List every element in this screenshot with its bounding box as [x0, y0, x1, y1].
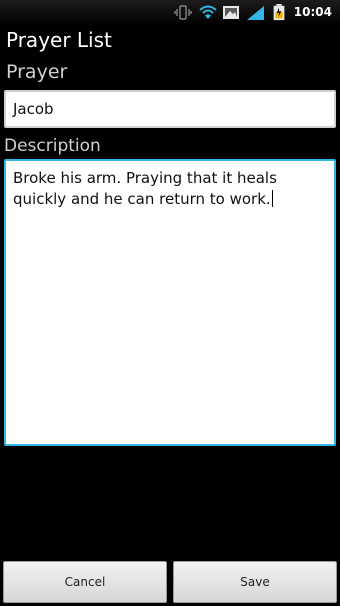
text-cursor	[271, 190, 273, 207]
cancel-button[interactable]: Cancel	[3, 561, 167, 603]
description-input[interactable]: Broke his arm. Praying that it heals qui…	[4, 159, 336, 446]
screen: 10:04 Prayer List Prayer Jacob Descripti…	[0, 0, 340, 606]
vibrate-icon	[174, 5, 192, 20]
signal-icon	[247, 6, 264, 20]
battery-icon	[273, 4, 285, 21]
description-label: Description	[4, 136, 101, 156]
button-bar: Cancel Save	[0, 556, 340, 606]
status-bar: 10:04	[0, 0, 340, 25]
save-button[interactable]: Save	[173, 561, 337, 603]
prayer-input-value: Jacob	[13, 100, 54, 118]
prayer-input[interactable]: Jacob	[4, 90, 336, 128]
wifi-icon	[199, 5, 217, 19]
description-input-value: Broke his arm. Praying that it heals qui…	[13, 169, 277, 208]
app-title: Prayer List	[6, 28, 112, 52]
sim-icon	[223, 6, 239, 19]
clock: 10:04	[293, 5, 332, 19]
prayer-label: Prayer	[6, 61, 68, 83]
